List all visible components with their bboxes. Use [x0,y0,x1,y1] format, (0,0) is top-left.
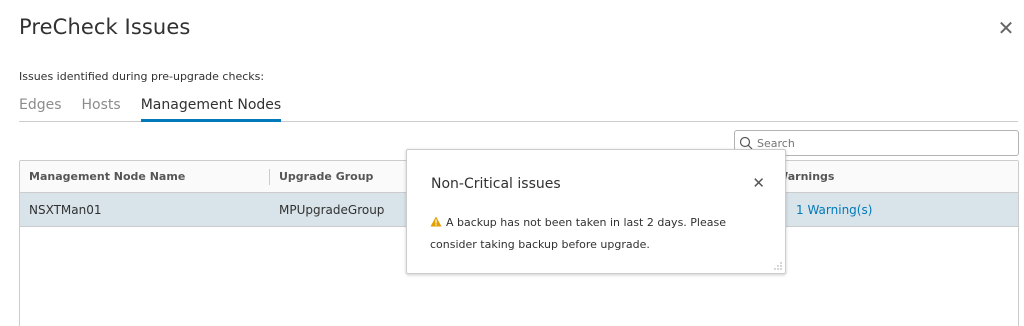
tab-hosts[interactable]: Hosts [82,96,121,122]
warning-triangle-icon [430,216,442,227]
cell-upgrade-group: MPUpgradeGroup [279,203,385,217]
search-icon [739,136,753,150]
close-icon[interactable]: ✕ [996,18,1016,38]
modal-title: PreCheck Issues [19,15,191,39]
column-header-node-name[interactable]: Management Node Name [29,161,185,193]
search-input[interactable] [757,136,1007,150]
tab-edges[interactable]: Edges [19,96,62,122]
column-header-upgrade-group[interactable]: Upgrade Group [279,161,373,193]
cell-node-name: NSXTMan01 [29,203,102,217]
column-separator[interactable] [269,169,270,185]
popover-title: Non-Critical issues [431,176,561,192]
resize-grip-icon[interactable] [774,262,782,270]
popover-message-text: A backup has not been taken in last 2 da… [430,216,726,251]
non-critical-issues-popover: Non-Critical issues ✕ A backup has not b… [406,149,786,274]
precheck-issues-modal: PreCheck Issues ✕ Issues identified duri… [0,0,1024,326]
warnings-link[interactable]: 1 Warning(s) [796,193,872,227]
tab-management-nodes[interactable]: Management Nodes [140,96,282,122]
tab-bar: Edges Hosts Management Nodes [19,96,1018,122]
popover-close-icon[interactable]: ✕ [752,176,765,191]
popover-message: A backup has not been taken in last 2 da… [430,212,760,256]
modal-subtitle: Issues identified during pre-upgrade che… [19,70,265,83]
